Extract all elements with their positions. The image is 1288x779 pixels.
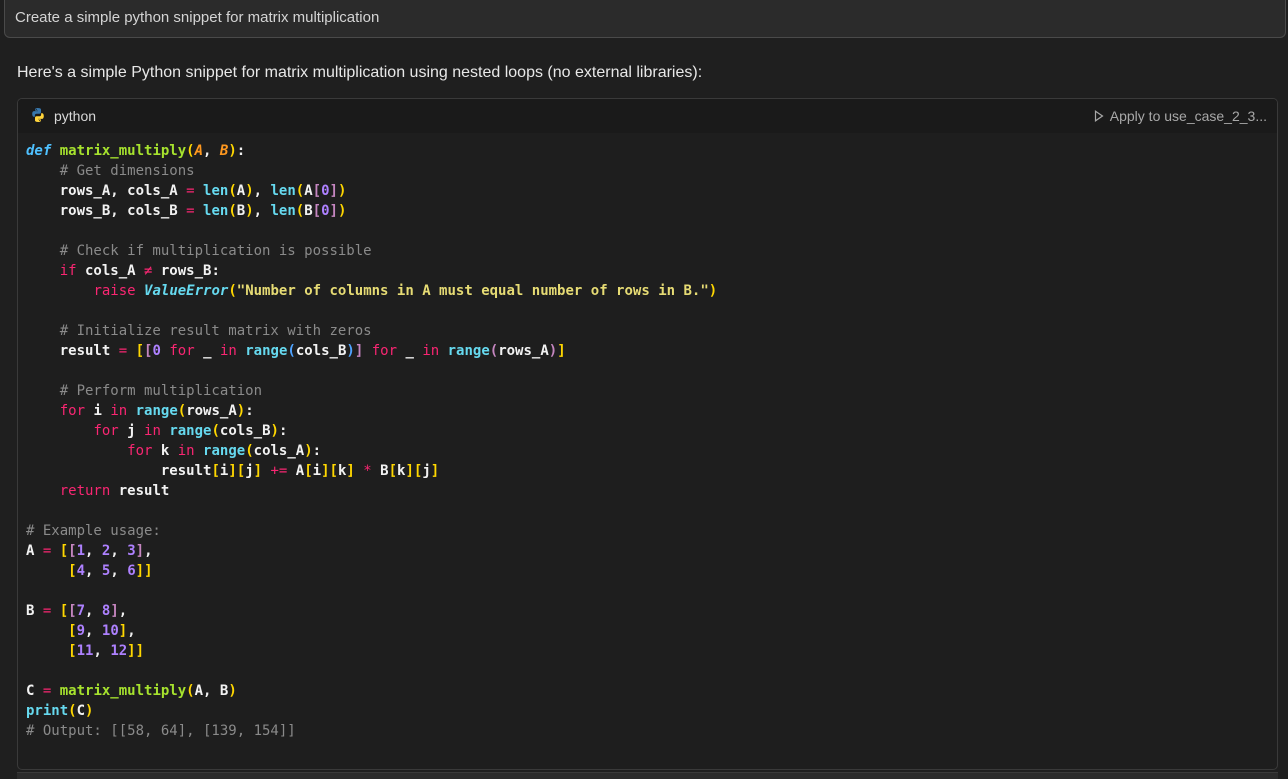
code-content[interactable]: def matrix_multiply(A, B): # Get dimensi…: [18, 133, 1277, 761]
code-line: [9, 10],: [68, 623, 136, 639]
code-line: print(C): [26, 703, 94, 719]
language-name: python: [54, 108, 97, 124]
language-label: python: [30, 107, 96, 126]
code-line: ​: [26, 581, 1277, 601]
code-line: rows_B, cols_B = len(B), len(B[0]): [26, 203, 347, 219]
code-block-header: python Apply to use_case_2_3...: [18, 99, 1277, 133]
code-line: # Perform multiplication: [59, 383, 263, 399]
code-line: if cols_A ≠ rows_B:: [59, 263, 220, 279]
code-line: # Check if multiplication is possible: [59, 243, 372, 259]
code-line: rows_A, cols_A = len(A), len(A[0]): [26, 183, 347, 199]
prompt-bar[interactable]: Create a simple python snippet for matri…: [4, 0, 1286, 38]
apply-label: Apply to use_case_2_3...: [1109, 108, 1267, 124]
code-line: ​: [26, 501, 1277, 521]
code-line: # Example usage:: [26, 523, 161, 539]
code-line: for j in range(cols_B):: [93, 423, 288, 439]
code-line: # Output: [[58, 64], [139, 154]]: [26, 723, 296, 739]
code-line: [11, 12]]: [68, 643, 145, 659]
code-line: return result: [59, 483, 170, 499]
code-line: # Get dimensions: [59, 163, 195, 179]
code-line: ​: [26, 661, 1277, 681]
code-line: A = [[1, 2, 3],: [26, 543, 153, 559]
apply-button[interactable]: Apply to use_case_2_3...: [1094, 108, 1267, 124]
code-line: [4, 5, 6]]: [68, 563, 153, 579]
code-line: result = [[0 for _ in range(cols_B)] for…: [26, 343, 566, 359]
prompt-text: Create a simple python snippet for matri…: [15, 9, 380, 26]
code-line: raise ValueError("Number of columns in A…: [93, 283, 718, 299]
code-block: python Apply to use_case_2_3... def matr…: [17, 98, 1278, 770]
code-line: result[i][j] += A[i][k] * B[k][j]: [26, 463, 440, 479]
code-line: ​: [26, 361, 1277, 381]
python-icon: [30, 107, 46, 126]
code-line: B = [[7, 8],: [26, 603, 128, 619]
code-line: ​: [26, 221, 1277, 241]
code-line: for i in range(rows_A):: [59, 403, 254, 419]
play-triangle-icon: [1094, 110, 1104, 122]
answer-intro: Here's a simple Python snippet for matri…: [17, 64, 703, 81]
code-line: def matrix_multiply(A, B):: [26, 143, 246, 159]
code-line: for k in range(cols_A):: [127, 443, 322, 459]
code-line: ​: [26, 301, 1277, 321]
code-line: C = matrix_multiply(A, B): [26, 683, 237, 699]
code-line: # Initialize result matrix with zeros: [59, 323, 372, 339]
